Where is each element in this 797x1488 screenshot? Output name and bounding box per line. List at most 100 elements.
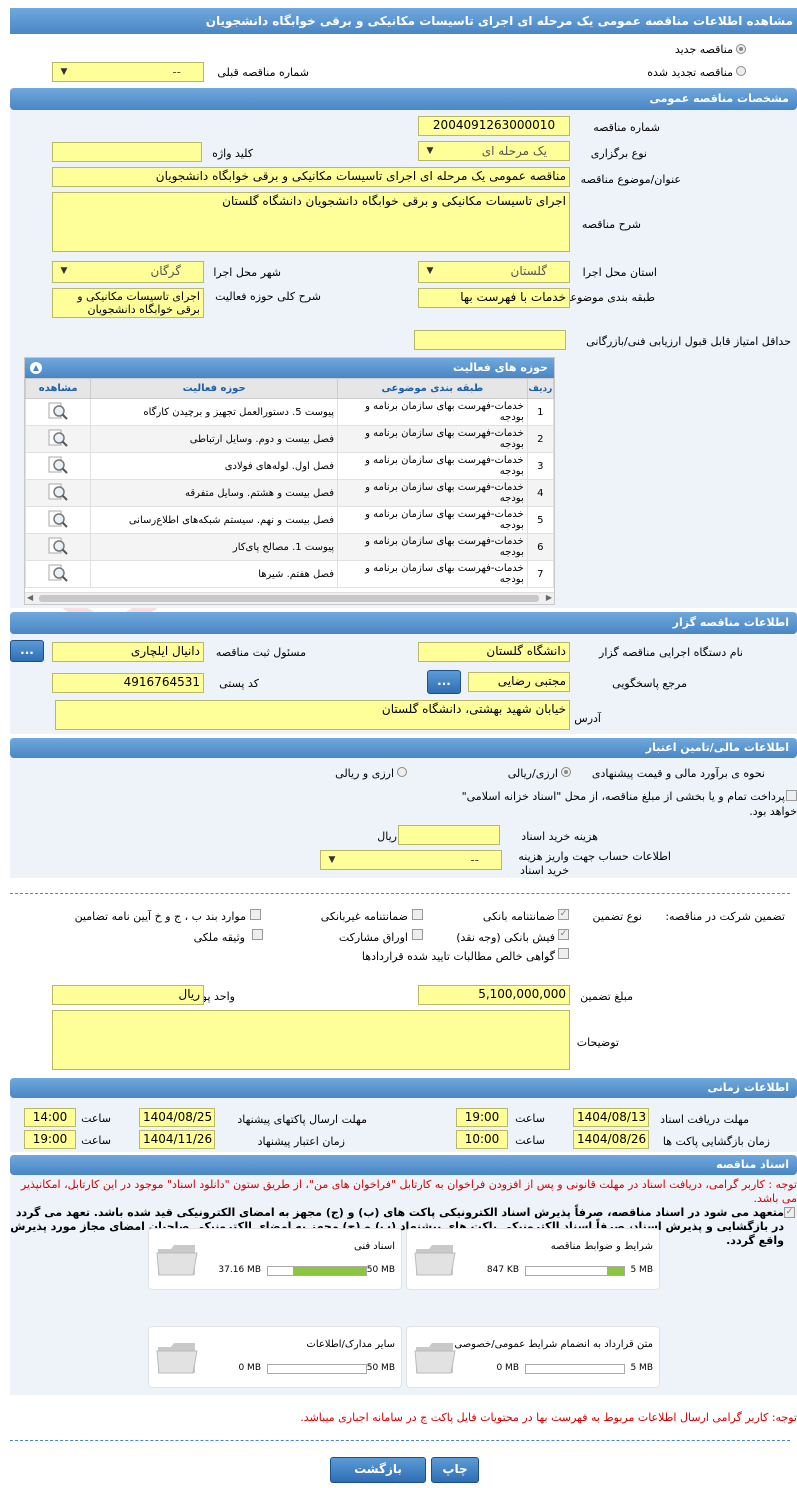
bank-guarantee-checkbox[interactable]: ✓ (558, 909, 569, 920)
scroll-left-icon[interactable]: ◀ (27, 593, 33, 602)
treasury-checkbox[interactable] (786, 790, 797, 801)
document-max: 50 MB (366, 1363, 395, 1373)
reference-more-button[interactable]: ... (427, 670, 461, 694)
account-select[interactable]: -- ▼ (320, 850, 502, 870)
row-number-cell: 6 (526, 533, 554, 561)
estimate-rial-label: ارزی/ریالی (507, 767, 558, 780)
category-field[interactable]: خدمات با فهرست بها (418, 288, 570, 308)
bank-guarantee-label: ضمانتنامه بانکی (482, 910, 555, 923)
print-button[interactable]: چاپ (431, 1457, 479, 1483)
address-field[interactable]: خیابان شهید بهشتی، دانشگاه گلستان (55, 700, 570, 730)
document-max: 5 MB (630, 1265, 653, 1275)
bonds-checkbox[interactable] (412, 929, 423, 940)
cash-checkbox[interactable]: ✓ (558, 929, 569, 940)
valid-time-field[interactable]: 19:00 (24, 1130, 76, 1149)
view-cell[interactable] (25, 479, 92, 507)
view-cell[interactable] (25, 506, 92, 534)
commit-checkbox[interactable]: ✓ (784, 1207, 795, 1218)
field-cell: پیوست 1. مصالح پای‌کار (90, 533, 338, 561)
description-field[interactable]: اجرای تاسیسات مکانیکی و برقی خوابگاه دان… (52, 192, 570, 252)
valid-date-field[interactable]: 1404/11/26 (139, 1130, 215, 1149)
view-cell[interactable] (25, 425, 92, 453)
recv-date-field[interactable]: 1404/08/13 (573, 1108, 649, 1127)
keyword-field[interactable] (52, 142, 202, 162)
contract-checkbox[interactable] (558, 948, 569, 959)
responsible-field[interactable]: دانیال ایلچاری (52, 642, 204, 662)
category-cell: خدمات-فهرست بهای سازمان برنامه و بودجه (337, 425, 528, 453)
field-cell: فصل اول. لوله‌های فولادی (90, 452, 338, 480)
activity-grid: حوزه های فعالیت ▲ مشاهده حوزه فعالیت طبق… (24, 357, 555, 605)
scroll-thumb[interactable] (39, 595, 539, 602)
min-score-field[interactable] (414, 330, 566, 350)
table-row: فصل بیست و نهم. سیستم شبکه‌های اطلاع‌رسا… (25, 506, 554, 534)
tender-number-field[interactable]: 2004091263000010 (418, 116, 570, 136)
property-label: وثیقه ملکی (193, 931, 245, 944)
general-header: مشخصات مناقصه عمومی (10, 88, 797, 110)
view-cell[interactable] (25, 560, 92, 588)
activity-grid-header: حوزه های فعالیت ▲ (25, 358, 554, 378)
prev-number-select[interactable]: -- ▼ (52, 62, 204, 82)
fee-field[interactable] (398, 825, 500, 845)
document-card[interactable]: سایر مدارک/اطلاعات 50 MB 0 MB (148, 1326, 402, 1388)
city-label: شهر محل اجرا (213, 266, 281, 279)
open-label: زمان بازگشایی پاکت ها (662, 1135, 770, 1148)
horizontal-scrollbar[interactable]: ◀ ▶ (25, 592, 554, 604)
document-card[interactable]: متن قرارداد به انضمام شرایط عمومی/خصوصی 5… (406, 1326, 660, 1388)
chevron-down-icon: ▼ (60, 266, 68, 276)
view-cell[interactable] (25, 452, 92, 480)
open-date-field[interactable]: 1404/08/26 (573, 1130, 649, 1149)
magnifier-icon[interactable] (47, 401, 69, 421)
amount-field[interactable]: 5,100,000,000 (418, 985, 570, 1005)
amount-label: مبلغ تضمین (580, 990, 633, 1003)
property-checkbox[interactable] (252, 929, 263, 940)
magnifier-icon[interactable] (47, 455, 69, 475)
open-time-field[interactable]: 10:00 (456, 1130, 508, 1149)
magnifier-icon[interactable] (47, 509, 69, 529)
send-time-field[interactable]: 14:00 (24, 1108, 76, 1127)
magnifier-icon[interactable] (47, 482, 69, 502)
estimate-rial-radio[interactable] (561, 767, 571, 777)
estimate-fx-radio[interactable] (397, 767, 407, 777)
renewed-tender-radio[interactable] (736, 66, 746, 76)
chevron-down-icon: ▼ (60, 67, 68, 77)
recv-time-field[interactable]: 19:00 (456, 1108, 508, 1127)
responsible-more-button[interactable]: ... (10, 640, 44, 662)
col-view: مشاهده (25, 378, 92, 399)
magnifier-icon[interactable] (47, 536, 69, 556)
subject-field[interactable]: مناقصه عمومی یک مرحله ای اجرای تاسیسات م… (52, 167, 570, 187)
type-select[interactable]: یک مرحله ای ▼ (418, 141, 570, 161)
city-select[interactable]: گرگان ▼ (52, 261, 204, 283)
document-card[interactable]: اسناد فنی 50 MB 37.16 MB (148, 1228, 402, 1290)
fee-label: هزینه خرید اسناد (521, 830, 598, 843)
postal-field[interactable]: 4916764531 (52, 673, 204, 693)
description-label: شرح مناقصه (581, 218, 641, 231)
treasury-text-2: خواهد بود. (749, 805, 797, 818)
org-name-field[interactable]: دانشگاه گلستان (418, 642, 570, 662)
notes-field[interactable] (52, 1010, 570, 1070)
magnifier-icon[interactable] (47, 428, 69, 448)
province-select[interactable]: گلستان ▼ (418, 261, 570, 283)
nonbank-guarantee-checkbox[interactable] (412, 909, 423, 920)
recv-hour-label: ساعت (515, 1112, 545, 1125)
magnifier-icon[interactable] (47, 563, 69, 583)
scroll-right-icon[interactable]: ▶ (546, 593, 552, 602)
new-tender-radio[interactable] (736, 44, 746, 54)
view-cell[interactable] (25, 533, 92, 561)
field-cell: فصل هفتم. شیرها (90, 560, 338, 588)
scope-field[interactable]: اجرای تاسیسات مکانیکی و برقی خوابگاه دان… (52, 288, 204, 318)
send-date-field[interactable]: 1404/08/25 (139, 1108, 215, 1127)
currency-field[interactable]: ریال (52, 985, 204, 1005)
send-hour-label: ساعت (81, 1112, 111, 1125)
view-cell[interactable] (25, 398, 92, 426)
clause-label: موارد بند ب ، ج و خ آیین نامه تضامین (74, 910, 246, 923)
document-card[interactable]: شرایط و ضوابط مناقصه 5 MB 847 KB (406, 1228, 660, 1290)
collapse-icon[interactable]: ▲ (30, 362, 42, 374)
valid-label: زمان اعتبار پیشنهاد (257, 1135, 345, 1148)
clause-checkbox[interactable] (250, 909, 261, 920)
activity-table: مشاهده حوزه فعالیت طبقه بندی موضوعی ردیف… (25, 378, 554, 588)
field-cell: فصل بیست و هشتم. وسایل متفرقه (90, 479, 338, 507)
document-progress (525, 1364, 625, 1374)
back-button[interactable]: بازگشت (330, 1457, 426, 1483)
table-row: پیوست 1. مصالح پای‌کار خدمات-فهرست بهای س… (25, 533, 554, 561)
reference-field[interactable]: مجتبی رضایی (468, 672, 570, 692)
